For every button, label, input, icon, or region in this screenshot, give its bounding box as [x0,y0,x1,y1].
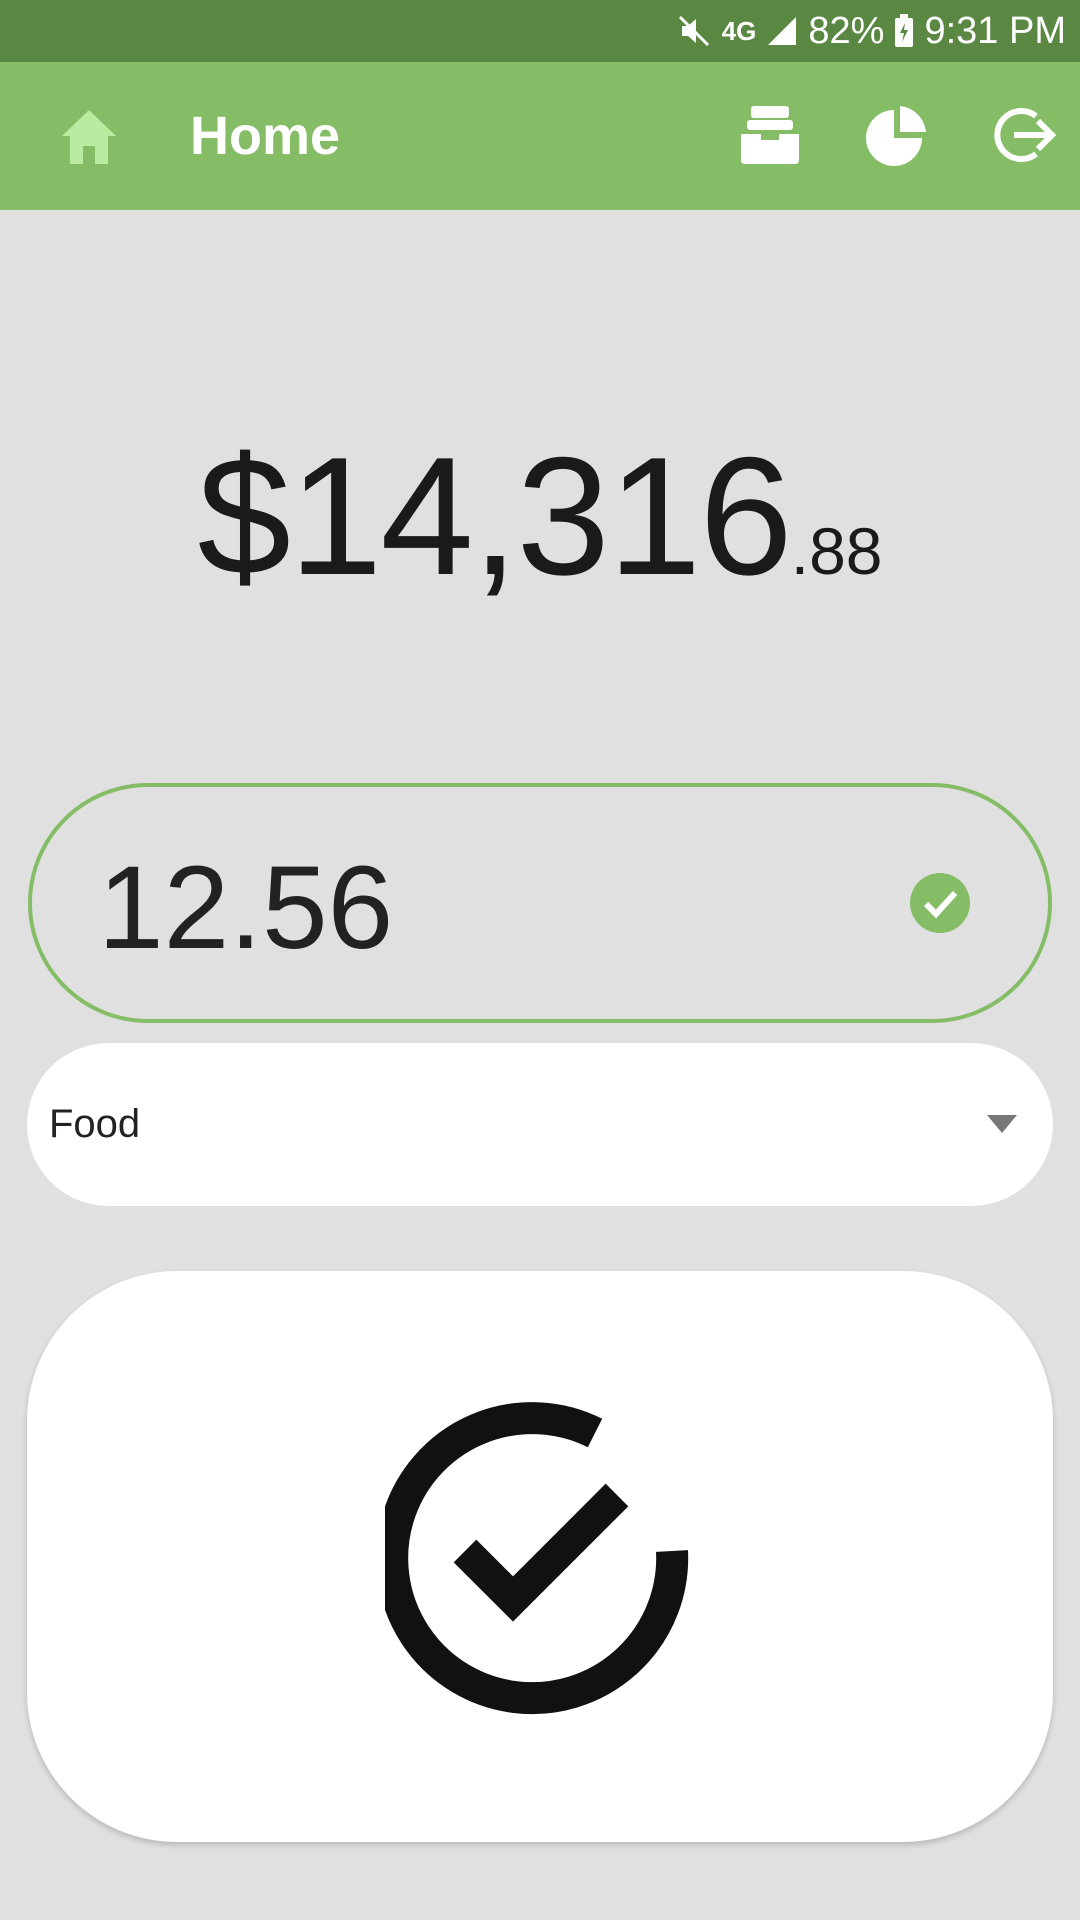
amount-value[interactable]: 12.56 [98,843,393,973]
mute-icon [676,13,712,49]
logout-icon[interactable] [990,102,1056,168]
home-icon[interactable] [58,106,120,168]
page-title: Home [190,106,341,166]
balance-display: $14,316.88 [0,420,1080,613]
dropdown-arrow-icon [987,1115,1017,1133]
signal-icon [766,15,798,47]
amount-input[interactable]: 12.56 [28,783,1052,1023]
check-circle-icon [910,873,970,933]
check-circle-outline-icon [385,1402,689,1715]
battery-percent: 82% [808,9,885,52]
lte-icon: 4G [722,16,757,47]
category-select[interactable]: Food [27,1043,1053,1206]
network-type: 4G [721,15,757,46]
status-bar: 4G 82% 9:31 PM [0,0,1080,62]
balance-major: $14,316 [197,422,792,610]
status-time: 9:31 PM [924,9,1066,52]
balance-cents: .88 [790,514,883,588]
inbox-icon[interactable] [737,102,803,168]
category-selected: Food [49,1102,141,1146]
battery-charging-icon [894,14,914,48]
app-bar: Home [0,62,1080,210]
pie-chart-icon[interactable] [864,102,930,168]
submit-button[interactable] [27,1271,1053,1842]
